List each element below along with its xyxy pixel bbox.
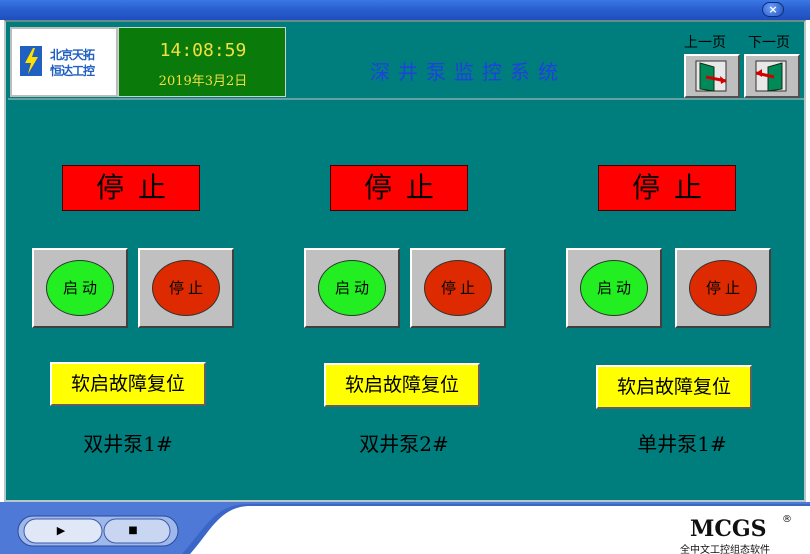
pump2-start-label: 启动 — [318, 260, 386, 316]
next-page-label: 下一页 — [748, 35, 790, 51]
pump1-soft-start-reset-button[interactable]: 软启故障复位 — [50, 362, 206, 406]
door-exit-right-icon — [755, 60, 787, 92]
pump3-status-indicator: 停止 — [598, 165, 736, 211]
pump3-stop-button[interactable]: 停止 — [675, 248, 771, 328]
pump1-name: 双井泵1# — [83, 432, 173, 456]
pump3-start-label: 启动 — [580, 260, 648, 316]
door-exit-left-icon — [695, 60, 727, 92]
company-logo: 北京天拓 恒达工控 — [10, 27, 118, 97]
pump2-stop-label: 停止 — [424, 260, 492, 316]
main-panel: 北京天拓 恒达工控 14:08:59 2019年3月2日 深井泵监控系统 上一页… — [4, 20, 806, 502]
registered-mark: ® — [782, 514, 792, 525]
pump3-name: 单井泵1# — [637, 432, 727, 456]
pump1-status-indicator: 停止 — [62, 165, 200, 211]
header-band: 北京天拓 恒达工控 14:08:59 2019年3月2日 深井泵监控系统 上一页… — [8, 24, 804, 100]
system-title: 深井泵监控系统 — [370, 60, 566, 84]
bottom-bar: ▶ ■ MCGS ® 全中文工控组态软件 — [0, 502, 810, 554]
pump1-stop-button[interactable]: 停止 — [138, 248, 234, 328]
pump2-start-button[interactable]: 启动 — [304, 248, 400, 328]
mcgs-brand-subtitle: 全中文工控组态软件 — [680, 545, 770, 554]
logo-text-line2: 恒达工控 — [50, 64, 95, 78]
play-button[interactable]: ▶ — [30, 520, 92, 542]
pump2-name: 双井泵2# — [359, 432, 449, 456]
pump2-stop-button[interactable]: 停止 — [410, 248, 506, 328]
pump3-stop-label: 停止 — [689, 260, 757, 316]
clock-time: 14:08:59 — [159, 40, 247, 61]
clock-panel: 14:08:59 2019年3月2日 — [118, 27, 286, 97]
pump1-stop-label: 停止 — [152, 260, 220, 316]
pump3-soft-start-reset-button[interactable]: 软启故障复位 — [596, 365, 752, 409]
pump1-start-label: 启动 — [46, 260, 114, 316]
logo-text-line1: 北京天拓 — [50, 48, 95, 62]
pump2-status-indicator: 停止 — [330, 165, 468, 211]
prev-page-button[interactable] — [684, 54, 740, 98]
pump3-start-button[interactable]: 启动 — [566, 248, 662, 328]
lightning-logo-icon — [20, 46, 42, 76]
pump1-start-button[interactable]: 启动 — [32, 248, 128, 328]
mcgs-brand: MCGS — [690, 516, 767, 542]
window-title-bar: × — [0, 0, 810, 20]
clock-date: 2019年3月2日 — [158, 74, 248, 89]
prev-page-label: 上一页 — [684, 35, 726, 51]
next-page-button[interactable] — [744, 54, 800, 98]
window-close-button[interactable]: × — [762, 2, 784, 17]
pump2-soft-start-reset-button[interactable]: 软启故障复位 — [324, 363, 480, 407]
stop-playback-button[interactable]: ■ — [108, 520, 158, 542]
